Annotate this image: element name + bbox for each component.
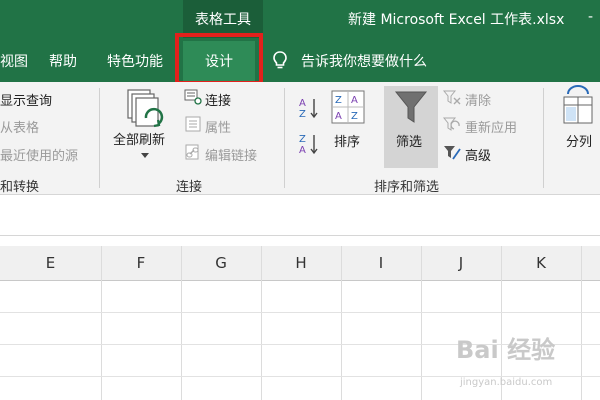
refresh-all-icon[interactable] — [124, 88, 168, 134]
svg-text:Z: Z — [335, 95, 342, 106]
advanced-filter-icon — [444, 146, 461, 160]
svg-text:Z: Z — [299, 109, 306, 120]
title-trailing: - — [588, 9, 594, 25]
column-header-f[interactable]: F — [101, 246, 181, 280]
show-query-button[interactable]: 显示查询 — [0, 90, 52, 109]
sort-button[interactable]: 排序 — [334, 131, 360, 150]
svg-text:Z: Z — [299, 134, 306, 145]
properties-button[interactable]: 属性 — [205, 117, 231, 136]
context-tab-group-label: 表格工具 — [195, 12, 251, 28]
text-to-columns-icon[interactable] — [560, 85, 596, 127]
tab-help[interactable]: 帮助 — [49, 51, 77, 71]
lightbulb-icon[interactable] — [270, 50, 290, 70]
connections-icon — [184, 89, 202, 105]
sort-descending-icon[interactable]: Z A — [299, 132, 319, 156]
recent-sources-button[interactable]: 最近使用的源 — [0, 145, 78, 164]
column-header-j[interactable]: J — [421, 246, 501, 280]
chevron-down-icon[interactable] — [141, 153, 149, 158]
svg-text:A: A — [351, 95, 358, 106]
svg-text:Z: Z — [351, 111, 358, 122]
svg-text:A: A — [335, 111, 342, 122]
text-to-columns-button[interactable]: 分列 — [566, 131, 592, 150]
svg-text:A: A — [299, 98, 306, 109]
advanced-button[interactable]: 高级 — [465, 145, 491, 164]
properties-icon — [185, 116, 201, 132]
group-label-connections: 连接 — [176, 180, 203, 195]
group-label-get-transform: 和转换 — [0, 180, 40, 195]
document-title: 新建 Microsoft Excel 工作表.xlsx — [348, 12, 565, 28]
refresh-all-button[interactable]: 全部刷新 — [113, 129, 165, 148]
group-label-sort-filter: 排序和筛选 — [374, 180, 440, 195]
tell-me-search[interactable]: 告诉我你想要做什么 — [301, 51, 427, 71]
edit-links-button[interactable]: 编辑链接 — [205, 145, 257, 164]
group-separator — [99, 88, 100, 188]
column-header-h[interactable]: H — [261, 246, 341, 280]
tab-view[interactable]: 视图 — [0, 51, 28, 71]
group-separator — [543, 88, 544, 188]
sort-ascending-icon[interactable]: A Z — [299, 96, 319, 120]
from-table-button[interactable]: 从表格 — [0, 117, 39, 136]
column-header-e[interactable]: E — [0, 246, 101, 280]
column-header-g[interactable]: G — [181, 246, 261, 280]
edit-links-icon — [185, 144, 199, 160]
column-header-i[interactable]: I — [341, 246, 421, 280]
filter-icon[interactable] — [394, 90, 428, 126]
column-header-k[interactable]: K — [501, 246, 581, 280]
filter-button[interactable]: 筛选 — [396, 131, 422, 150]
clear-filter-icon — [442, 90, 461, 105]
watermark-url: jingyan.baidu.com — [460, 377, 553, 388]
svg-text:A: A — [299, 145, 306, 156]
grid-row-line — [0, 312, 600, 313]
ribbon-tab-bar — [0, 38, 600, 82]
design-tab-highlight — [175, 33, 263, 85]
group-separator — [284, 88, 285, 188]
connections-button[interactable]: 连接 — [205, 90, 231, 109]
watermark-logo: Bai 经验 — [456, 336, 556, 364]
tab-features[interactable]: 特色功能 — [107, 51, 163, 71]
reapply-button[interactable]: 重新应用 — [465, 117, 517, 136]
formula-bar[interactable] — [0, 195, 600, 236]
clear-button[interactable]: 清除 — [465, 90, 491, 109]
sort-dialog-icon[interactable]: Z A A Z — [330, 89, 366, 125]
reapply-icon — [442, 117, 460, 131]
